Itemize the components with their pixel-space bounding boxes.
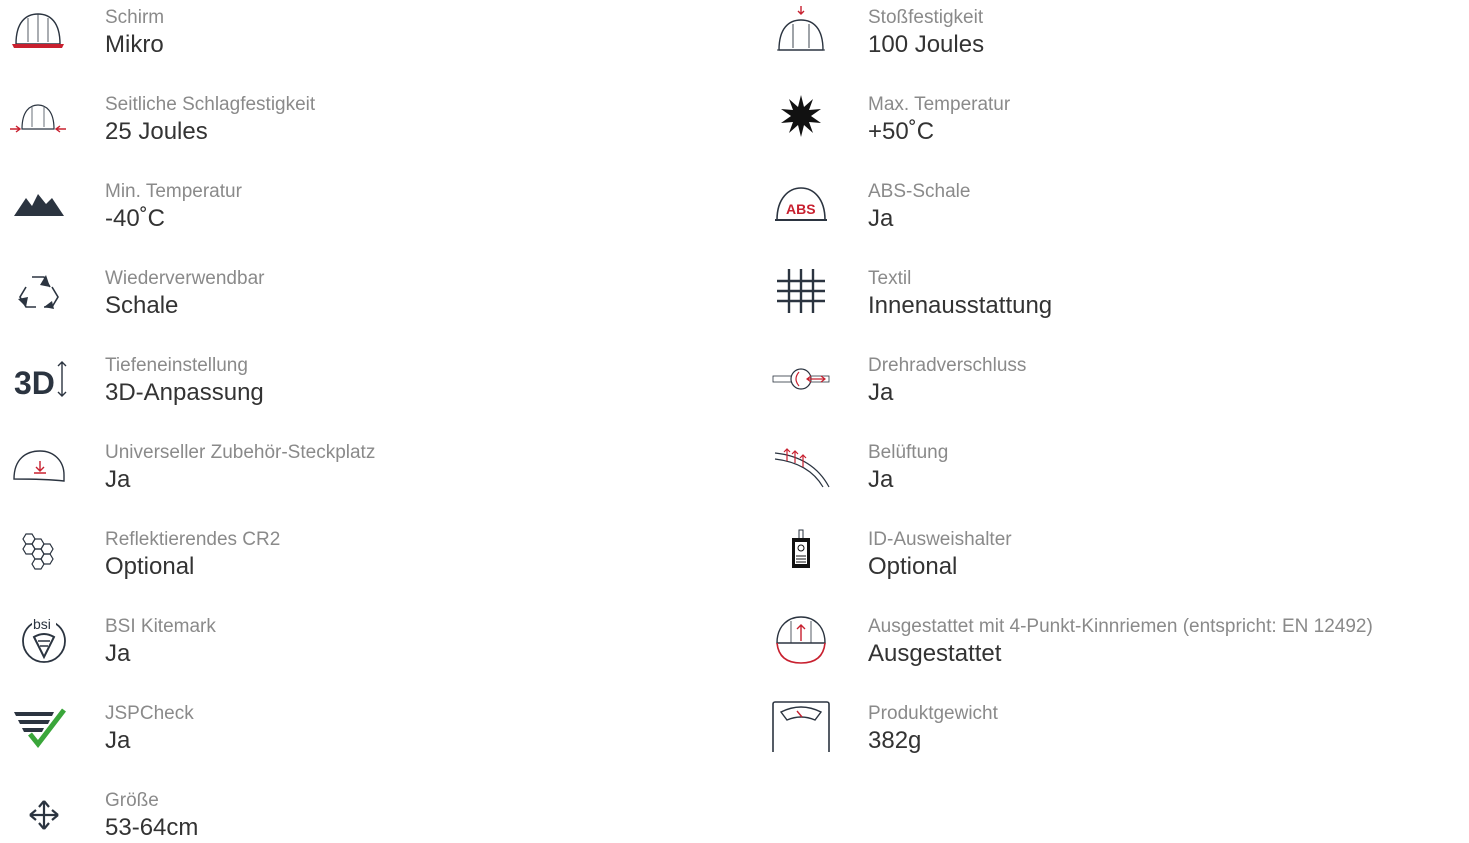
feature-item: Seitliche Schlagfestigkeit 25 Joules xyxy=(0,87,700,147)
feature-label: BSI Kitemark xyxy=(105,616,216,637)
feature-item: Reflektierendes CR2 Optional xyxy=(0,522,700,582)
feature-item: Stoßfestigkeit 100 Joules xyxy=(763,0,1469,60)
chinstrap-icon xyxy=(763,613,839,665)
feature-label: ID-Ausweishalter xyxy=(868,529,1012,550)
sun-icon xyxy=(763,91,839,143)
feature-value: Optional xyxy=(868,553,958,580)
size-arrows-icon xyxy=(0,787,76,839)
feature-value: Ja xyxy=(105,640,131,667)
mountains-icon xyxy=(0,178,76,230)
feature-value: 25 Joules xyxy=(105,118,208,145)
recycle-icon xyxy=(0,265,76,317)
feature-value: -40˚C xyxy=(105,205,166,232)
feature-item: bsi BSI Kitemark Ja xyxy=(0,609,700,669)
feature-label: Stoßfestigkeit xyxy=(868,7,984,28)
feature-label: Universeller Zubehör-Steckplatz xyxy=(105,442,376,463)
feature-label: Seitliche Schlagfestigkeit xyxy=(105,94,316,115)
svg-text:ABS: ABS xyxy=(786,201,816,217)
ventilation-icon xyxy=(763,439,839,491)
side-impact-icon xyxy=(0,91,76,143)
feature-label: Wiederverwendbar xyxy=(105,268,265,289)
id-badge-icon xyxy=(763,526,839,578)
feature-value: Schale xyxy=(105,292,179,319)
feature-label: Schirm xyxy=(105,7,165,28)
feature-item: Drehradverschluss Ja xyxy=(763,348,1469,408)
feature-item: Universeller Zubehör-Steckplatz Ja xyxy=(0,435,700,495)
feature-label: Tiefeneinstellung xyxy=(105,355,248,376)
feature-value: Ja xyxy=(105,466,131,493)
helmet-brim-icon xyxy=(0,4,76,56)
feature-item: Produktgewicht 382g xyxy=(763,696,1469,756)
top-impact-icon xyxy=(763,4,839,56)
feature-value: Ausgestattet xyxy=(868,640,1002,667)
feature-item: Max. Temperatur +50˚C xyxy=(763,87,1469,147)
feature-label: Ausgestattet mit 4-Punkt-Kinnriemen (ent… xyxy=(868,616,1373,637)
feature-label: Belüftung xyxy=(868,442,949,463)
feature-label: Produktgewicht xyxy=(868,703,998,724)
feature-item: ID-Ausweishalter Optional xyxy=(763,522,1469,582)
feature-value: Mikro xyxy=(105,31,164,58)
feature-value: Ja xyxy=(868,379,894,406)
feature-label: Textil xyxy=(868,268,912,289)
honeycomb-icon xyxy=(0,526,76,578)
feature-value: 3D-Anpassung xyxy=(105,379,264,406)
feature-item: Größe 53-64cm xyxy=(0,783,700,843)
feature-item: Wiederverwendbar Schale xyxy=(0,261,700,321)
feature-item: 3D Tiefeneinstellung 3D-Anpassung xyxy=(0,348,700,408)
feature-item: Ausgestattet mit 4-Punkt-Kinnriemen (ent… xyxy=(763,609,1469,669)
scale-icon xyxy=(763,700,839,752)
feature-label: Größe xyxy=(105,790,159,811)
feature-label: ABS-Schale xyxy=(868,181,971,202)
textile-icon xyxy=(763,265,839,317)
feature-item: ABS ABS-Schale Ja xyxy=(763,174,1469,234)
feature-value: 382g xyxy=(868,727,922,754)
feature-item: Textil Innenausstattung xyxy=(763,261,1469,321)
feature-value: Innenausstattung xyxy=(868,292,1053,319)
feature-item: Min. Temperatur -40˚C xyxy=(0,174,700,234)
feature-value: 100 Joules xyxy=(868,31,985,58)
jspcheck-icon xyxy=(0,700,76,752)
abs-shell-icon: ABS xyxy=(763,178,839,230)
feature-value: Ja xyxy=(868,205,894,232)
wheel-ratchet-icon xyxy=(763,352,839,404)
accessory-slot-icon xyxy=(0,439,76,491)
feature-value: 53-64cm xyxy=(105,814,199,841)
feature-item: JSPCheck Ja xyxy=(0,696,700,756)
svg-text:bsi: bsi xyxy=(33,616,51,632)
feature-label: JSPCheck xyxy=(105,703,194,724)
feature-item: Schirm Mikro xyxy=(0,0,700,60)
feature-item: Belüftung Ja xyxy=(763,435,1469,495)
feature-value: Optional xyxy=(105,553,195,580)
bsi-kitemark-icon: bsi xyxy=(0,613,76,665)
3d-adjustment-icon: 3D xyxy=(0,352,76,404)
svg-text:3D: 3D xyxy=(14,365,55,401)
feature-value: Ja xyxy=(868,466,894,493)
feature-label: Max. Temperatur xyxy=(868,94,1011,115)
feature-label: Min. Temperatur xyxy=(105,181,242,202)
feature-label: Reflektierendes CR2 xyxy=(105,529,281,550)
feature-value: +50˚C xyxy=(868,118,935,145)
feature-value: Ja xyxy=(105,727,131,754)
feature-label: Drehradverschluss xyxy=(868,355,1027,376)
